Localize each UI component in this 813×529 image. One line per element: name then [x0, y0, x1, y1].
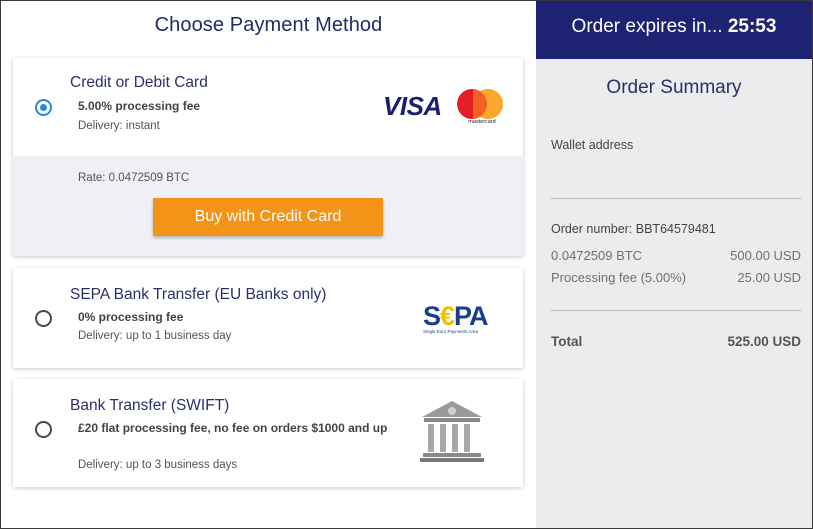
buy-with-credit-card-button[interactable]: Buy with Credit Card: [153, 198, 383, 236]
expires-countdown: 25:53: [727, 16, 777, 37]
sepa-logo-euro: €: [440, 301, 455, 331]
summary-line-label: Processing fee (5.00%): [551, 270, 687, 285]
radio-swift[interactable]: [35, 421, 52, 438]
rate-text: Rate: 0.0472509 BTC: [78, 172, 190, 184]
total-value: 525.00 USD: [727, 334, 801, 349]
mastercard-wordmark: mastercard: [468, 119, 496, 125]
payment-option-card[interactable]: SEPA Bank Transfer (EU Banks only) 0% pr…: [13, 268, 523, 368]
expires-label: Order expires in...: [571, 16, 723, 37]
sepa-logo-tagline: Single Euro Payments Area: [423, 329, 479, 334]
summary-line: Processing fee (5.00%) 25.00 USD: [551, 270, 801, 285]
visa-logo: VISA: [383, 91, 442, 121]
order-number: Order number: BBT64579481: [551, 222, 716, 236]
payment-methods-panel: Choose Payment Method Credit or Debit Ca…: [1, 1, 536, 528]
order-summary-panel: Order expires in... 25:53 Order Summary …: [536, 1, 812, 528]
sepa-logo-s: S: [423, 301, 441, 331]
radio-sepa[interactable]: [35, 310, 52, 327]
payment-option-card[interactable]: Credit or Debit Card 5.00% processing fe…: [13, 58, 523, 256]
sepa-logo: S€PA Single Euro Payments Area: [423, 301, 503, 335]
option-delivery: Delivery: instant: [78, 120, 160, 132]
option-title: Bank Transfer (SWIFT): [70, 397, 230, 414]
option-title: Credit or Debit Card: [70, 74, 208, 91]
summary-line-value: 500.00 USD: [730, 248, 801, 263]
option-fee: 5.00% processing fee: [78, 99, 201, 113]
option-delivery: Delivery: up to 1 business day: [78, 330, 232, 342]
bank-building-icon: [420, 401, 484, 462]
summary-line-value: 25.00 USD: [737, 270, 801, 285]
payment-option-card[interactable]: Bank Transfer (SWIFT) £20 flat processin…: [13, 379, 523, 487]
radio-credit-card[interactable]: [35, 99, 52, 116]
payment-option-header[interactable]: Credit or Debit Card 5.00% processing fe…: [13, 58, 523, 156]
divider: [551, 310, 801, 311]
summary-line: 0.0472509 BTC 500.00 USD: [551, 248, 801, 263]
option-fee: £20 flat processing fee, no fee on order…: [78, 421, 388, 435]
total-row: Total 525.00 USD: [551, 334, 801, 349]
option-delivery: Delivery: up to 3 business days: [78, 459, 238, 471]
sepa-logo-pa: PA: [454, 301, 489, 331]
option-title: SEPA Bank Transfer (EU Banks only): [70, 286, 327, 303]
order-summary-title: Order Summary: [606, 77, 742, 98]
wallet-address-label: Wallet address: [551, 138, 634, 152]
total-label: Total: [551, 334, 583, 349]
card-details-panel: Rate: 0.0472509 BTC Buy with Credit Card: [13, 156, 523, 256]
mastercard-logo: mastercard: [457, 89, 505, 129]
summary-line-label: 0.0472509 BTC: [551, 248, 643, 263]
order-expiry-banner: Order expires in... 25:53: [536, 1, 812, 59]
option-fee: 0% processing fee: [78, 310, 184, 324]
divider: [551, 198, 801, 199]
page-title: Choose Payment Method: [154, 14, 383, 36]
